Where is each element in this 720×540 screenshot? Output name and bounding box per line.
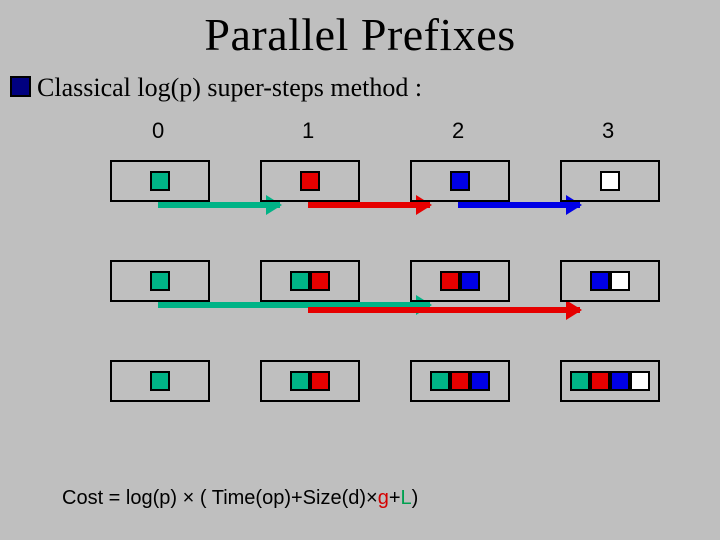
cost-L: L bbox=[401, 487, 412, 509]
chip-green bbox=[570, 371, 590, 391]
chip-blue bbox=[450, 171, 470, 191]
chip-blue bbox=[470, 371, 490, 391]
cost-g: g bbox=[378, 487, 389, 509]
chip-red bbox=[310, 371, 330, 391]
chip-blue bbox=[590, 271, 610, 291]
proc-box bbox=[560, 260, 660, 302]
col-label-0: 0 bbox=[152, 118, 164, 144]
cost-prefix: Cost = log(p) bbox=[62, 487, 183, 509]
col-label-2: 2 bbox=[452, 118, 464, 144]
slide-title: Parallel Prefixes bbox=[0, 0, 720, 61]
cost-close: ) bbox=[412, 487, 419, 509]
arrow bbox=[308, 202, 430, 208]
proc-box bbox=[110, 360, 210, 402]
proc-box bbox=[110, 160, 210, 202]
chip-green bbox=[150, 171, 170, 191]
chip-green bbox=[150, 371, 170, 391]
chip-white bbox=[630, 371, 650, 391]
subtitle-text: Classical log(p) super-steps method : bbox=[37, 73, 422, 102]
diagram-stage: 0 1 2 3 bbox=[0, 118, 720, 478]
chip-red bbox=[310, 271, 330, 291]
proc-box bbox=[260, 260, 360, 302]
proc-box bbox=[110, 260, 210, 302]
chip-red bbox=[300, 171, 320, 191]
chip-green bbox=[150, 271, 170, 291]
chip-white bbox=[600, 171, 620, 191]
cost-open: ( Time(op)+Size(d) bbox=[200, 487, 366, 509]
chip-green bbox=[290, 371, 310, 391]
cost-times2: × bbox=[366, 487, 378, 509]
chip-red bbox=[450, 371, 470, 391]
proc-box bbox=[560, 160, 660, 202]
chip-white bbox=[610, 271, 630, 291]
cost-times: × bbox=[183, 487, 200, 509]
proc-box bbox=[410, 160, 510, 202]
proc-box bbox=[260, 360, 360, 402]
chip-blue bbox=[460, 271, 480, 291]
arrow bbox=[158, 202, 280, 208]
chip-red bbox=[590, 371, 610, 391]
chip-blue bbox=[610, 371, 630, 391]
bullet-icon bbox=[10, 76, 31, 97]
cost-plus: + bbox=[389, 487, 401, 509]
arrow bbox=[458, 202, 580, 208]
chip-red bbox=[440, 271, 460, 291]
proc-box bbox=[260, 160, 360, 202]
proc-box bbox=[410, 260, 510, 302]
col-label-1: 1 bbox=[302, 118, 314, 144]
col-label-3: 3 bbox=[602, 118, 614, 144]
arrow bbox=[308, 307, 580, 313]
proc-box bbox=[560, 360, 660, 402]
chip-green bbox=[430, 371, 450, 391]
proc-box bbox=[410, 360, 510, 402]
cost-formula: Cost = log(p) × ( Time(op)+Size(d)×g+L) bbox=[62, 487, 418, 510]
slide-subtitle: Classical log(p) super-steps method : bbox=[0, 73, 720, 103]
chip-green bbox=[290, 271, 310, 291]
